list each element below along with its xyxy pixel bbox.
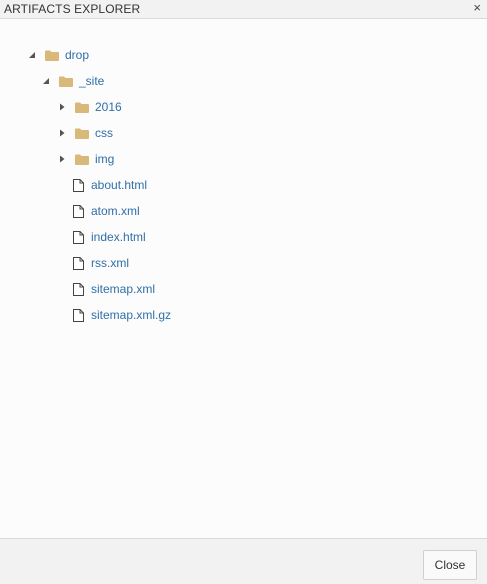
- tree-node-label[interactable]: rss.xml: [91, 256, 129, 270]
- tree-node-drop[interactable]: drop: [26, 45, 89, 65]
- file-icon: [70, 204, 86, 218]
- collapse-arrow-icon[interactable]: [40, 75, 52, 87]
- folder-icon: [74, 152, 90, 166]
- tree-node-label[interactable]: drop: [65, 48, 89, 62]
- expand-arrow-icon[interactable]: [56, 101, 68, 113]
- file-icon: [70, 230, 86, 244]
- dialog-title: ARTIFACTS EXPLORER: [4, 2, 141, 16]
- expand-arrow-icon[interactable]: [56, 153, 68, 165]
- expand-arrow-icon[interactable]: [56, 127, 68, 139]
- tree-node-folder-img[interactable]: img: [56, 149, 114, 169]
- close-button[interactable]: Close: [423, 550, 477, 580]
- collapse-arrow-icon[interactable]: [26, 49, 38, 61]
- folder-icon: [44, 48, 60, 62]
- tree-node-file[interactable]: rss.xml: [70, 253, 129, 273]
- tree-node-label[interactable]: img: [95, 152, 114, 166]
- dialog-titlebar: ARTIFACTS EXPLORER ×: [0, 0, 487, 19]
- folder-icon: [58, 74, 74, 88]
- tree-node-label[interactable]: sitemap.xml.gz: [91, 308, 171, 322]
- tree-node-folder-css[interactable]: css: [56, 123, 113, 143]
- tree-node-file[interactable]: atom.xml: [70, 201, 140, 221]
- file-icon: [70, 256, 86, 270]
- tree-node-label[interactable]: atom.xml: [91, 204, 140, 218]
- artifacts-explorer-dialog: ARTIFACTS EXPLORER × drop _site 2016 css…: [0, 0, 487, 584]
- tree-node-folder-2016[interactable]: 2016: [56, 97, 122, 117]
- file-icon: [70, 308, 86, 322]
- tree-node-label[interactable]: 2016: [95, 100, 122, 114]
- file-icon: [70, 282, 86, 296]
- tree-node-label[interactable]: sitemap.xml: [91, 282, 155, 296]
- tree-node-file[interactable]: sitemap.xml: [70, 279, 155, 299]
- tree-node-label[interactable]: index.html: [91, 230, 146, 244]
- folder-icon: [74, 100, 90, 114]
- tree-node-label[interactable]: css: [95, 126, 113, 140]
- tree-node-label[interactable]: _site: [79, 74, 104, 88]
- tree-node-label[interactable]: about.html: [91, 178, 147, 192]
- file-icon: [70, 178, 86, 192]
- close-icon[interactable]: ×: [473, 0, 481, 16]
- tree-node-file[interactable]: index.html: [70, 227, 146, 247]
- tree-node-file[interactable]: sitemap.xml.gz: [70, 305, 171, 325]
- tree-node-site[interactable]: _site: [40, 71, 104, 91]
- tree-node-file[interactable]: about.html: [70, 175, 147, 195]
- folder-icon: [74, 126, 90, 140]
- dialog-footer: Close: [0, 538, 487, 584]
